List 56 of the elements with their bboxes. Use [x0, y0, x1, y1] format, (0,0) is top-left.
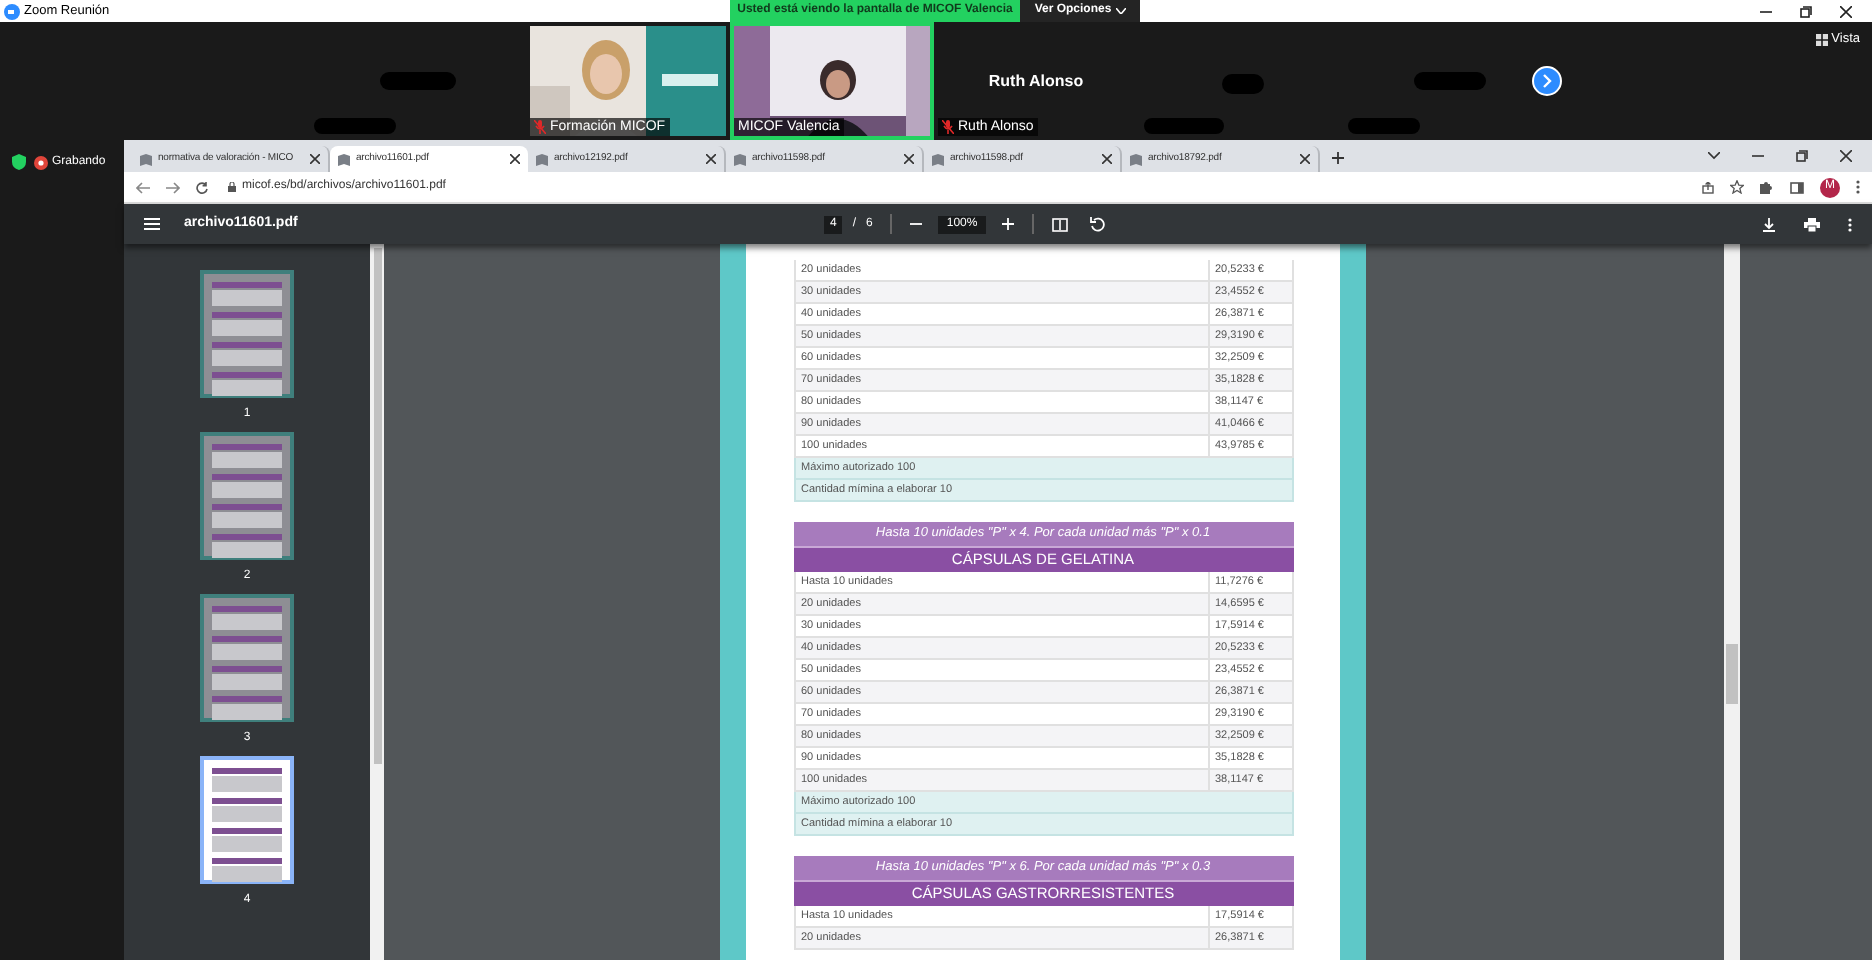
document-icon [932, 153, 944, 165]
close-icon[interactable] [706, 154, 716, 164]
grid-icon [1815, 33, 1828, 46]
page-thumbnail[interactable] [200, 756, 294, 884]
sidebar-icon[interactable] [1790, 181, 1804, 193]
close-icon[interactable] [510, 154, 520, 164]
chevron-right-icon [1542, 74, 1552, 88]
puzzle-icon[interactable] [1760, 180, 1774, 194]
redaction-mark [314, 118, 396, 134]
close-icon[interactable] [1102, 154, 1112, 164]
close-icon[interactable] [1300, 154, 1310, 164]
forward-icon[interactable] [166, 181, 180, 193]
caret-icon [1115, 8, 1126, 14]
document-icon [536, 153, 548, 165]
scrollbar-thumb[interactable] [1726, 644, 1738, 704]
redaction-mark [380, 72, 456, 90]
page-thumbnail[interactable] [200, 594, 294, 722]
restore-icon[interactable] [1796, 150, 1808, 162]
share-icon[interactable] [1702, 181, 1714, 193]
close-icon[interactable] [904, 154, 914, 164]
redaction-mark [1414, 72, 1486, 90]
next-page-button[interactable] [1532, 66, 1562, 96]
zoom-out-icon[interactable] [910, 218, 923, 230]
minimize-icon[interactable] [1760, 5, 1772, 17]
document-icon [1130, 153, 1142, 165]
fit-page-icon[interactable] [1051, 217, 1068, 231]
zoom-in-icon[interactable] [1001, 218, 1014, 230]
recording-icon [34, 156, 48, 170]
redaction-mark [1222, 74, 1264, 94]
chevron-down-icon[interactable] [1708, 152, 1720, 160]
reload-icon[interactable] [196, 181, 208, 193]
redaction-mark [1144, 118, 1224, 134]
scrollbar-thumb[interactable] [373, 248, 381, 764]
close-icon[interactable] [1840, 5, 1852, 17]
menu-icon[interactable] [144, 218, 160, 230]
close-icon[interactable] [310, 154, 320, 164]
document-icon [140, 153, 152, 165]
redaction-mark [1348, 118, 1420, 134]
download-icon[interactable] [1762, 217, 1776, 231]
document-icon [338, 153, 350, 165]
document-icon [734, 153, 746, 165]
rotate-icon[interactable] [1089, 216, 1106, 232]
page-thumbnail[interactable] [200, 432, 294, 560]
back-icon[interactable] [136, 181, 150, 193]
muted-mic-icon [942, 120, 954, 134]
muted-mic-icon [534, 120, 546, 134]
lock-icon [228, 182, 236, 192]
shield-icon [12, 154, 26, 170]
print-icon[interactable] [1804, 217, 1820, 231]
minimize-icon[interactable] [1752, 150, 1764, 162]
restore-icon[interactable] [1800, 5, 1812, 17]
page-thumbnail[interactable] [200, 270, 294, 398]
close-icon[interactable] [1840, 150, 1852, 162]
participant-display-name: Ruth Alonso [988, 69, 1084, 93]
new-tab-icon[interactable] [1332, 152, 1344, 164]
star-icon[interactable] [1730, 180, 1744, 194]
